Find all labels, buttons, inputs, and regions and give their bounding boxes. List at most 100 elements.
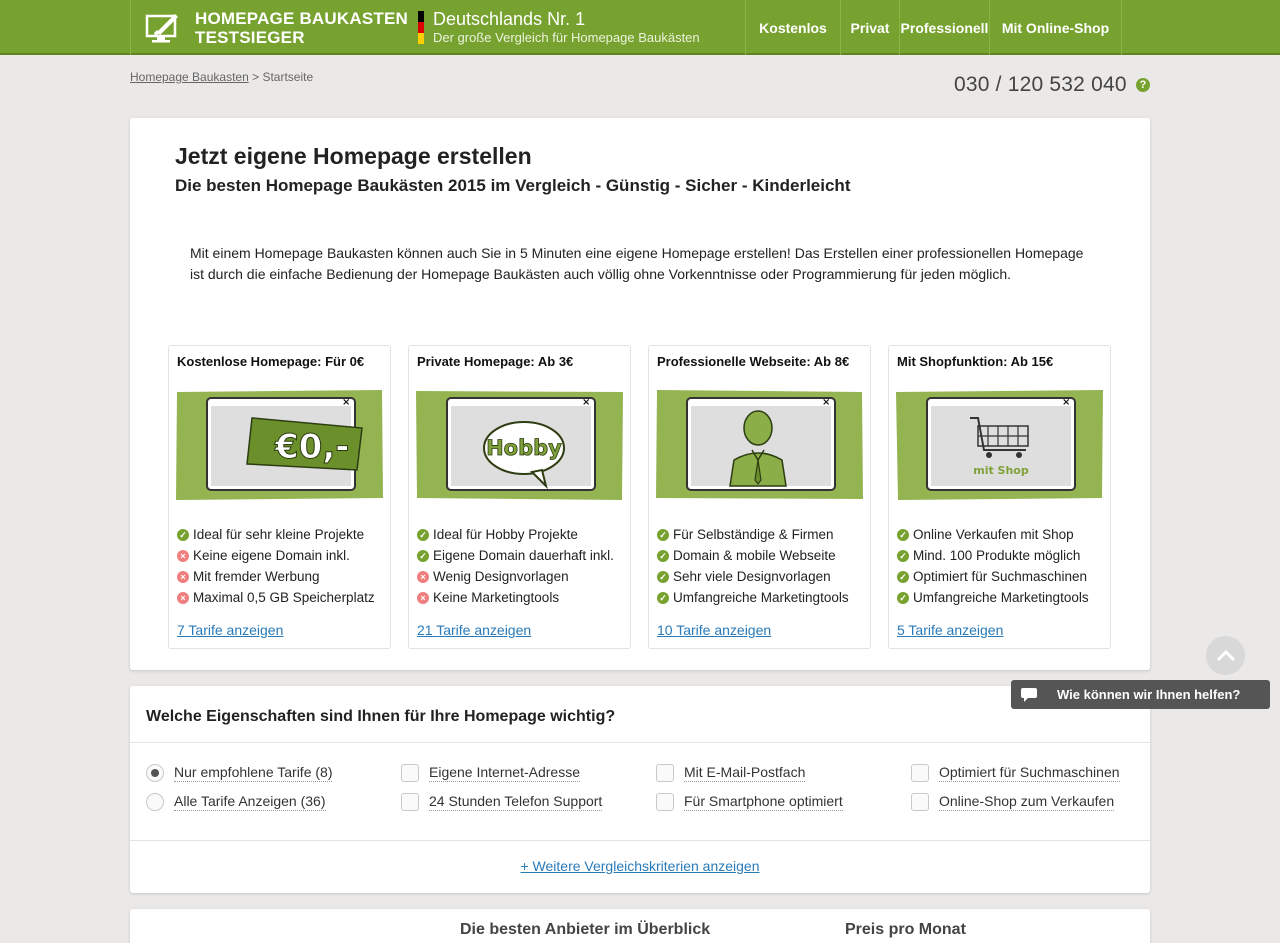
shopping-cart-image: × mit Shop [896, 390, 1103, 500]
main-nav: Kostenlos Privat Professionell Mit Onlin… [746, 0, 1122, 55]
cross-icon: × [177, 570, 189, 583]
feature-item: ✓ Ideal für Hobby Projekte [417, 524, 614, 545]
checkbox-phone-support[interactable]: 24 Stunden Telefon Support [401, 793, 603, 811]
properties-title: Welche Eigenschaften sind Ihnen für Ihre… [146, 708, 616, 725]
properties-header: Welche Eigenschaften sind Ihnen für Ihre… [130, 686, 1150, 743]
product-card-free: Kostenlose Homepage: Für 0€ × €0,- ✓ Idea… [168, 345, 391, 649]
radio-all[interactable]: Alle Tarife Anzeigen (36) [146, 793, 326, 811]
radio-recommended[interactable]: Nur empfohlene Tarife (8) [146, 764, 333, 782]
help-icon[interactable]: ? [1136, 78, 1150, 92]
site-logo[interactable]: HOMEPAGE BAUKASTEN TESTSIEGER [130, 0, 408, 55]
businessman-image: × [656, 390, 863, 499]
breadcrumb: Homepage Baukasten > Startseite [130, 70, 313, 84]
product-title: Kostenlose Homepage: Für 0€ [177, 354, 365, 369]
free-price-label: €0,- [274, 427, 349, 467]
nav-professionell[interactable]: Professionell [900, 0, 990, 55]
breadcrumb-current: Startseite [262, 70, 314, 84]
more-criteria-link[interactable]: + Weitere Vergleichskriterien anzeigen [130, 858, 1150, 874]
shop-label: mit Shop [973, 464, 1029, 477]
feature-list: ✓ Online Verkaufen mit Shop ✓ Mind. 100 Pr… [897, 524, 1089, 608]
tariffs-link-professional[interactable]: 10 Tarife anzeigen [657, 622, 771, 638]
check-icon: ✓ [417, 549, 429, 562]
tagline-title: Deutschlands Nr. 1 [433, 8, 586, 29]
check-icon: ✓ [177, 528, 189, 541]
tariffs-link-shop[interactable]: 5 Tarife anzeigen [897, 622, 1003, 638]
check-icon: ✓ [657, 528, 669, 541]
hobby-image: × Hobby [416, 391, 623, 500]
nav-kostenlos[interactable]: Kostenlos [746, 0, 841, 55]
feature-item: × Maximal 0,5 GB Speicherplatz [177, 587, 375, 608]
product-title: Professionelle Webseite: Ab 8€ [657, 354, 850, 369]
feature-item: ✓ Optimiert für Suchmaschinen [897, 566, 1089, 587]
product-card-professional: Professionelle Webseite: Ab 8€ × ✓ Für Se… [648, 345, 871, 649]
checkbox-internet-address[interactable]: Eigene Internet-Adresse [401, 764, 580, 782]
radio-button[interactable] [146, 764, 164, 782]
tariffs-link-private[interactable]: 21 Tarife anzeigen [417, 622, 531, 638]
checkbox[interactable] [401, 793, 419, 811]
breadcrumb-separator: > [252, 70, 260, 84]
svg-text:×: × [1062, 397, 1070, 408]
tagline-subtitle: Der große Vergleich für Homepage Baukäst… [433, 29, 700, 45]
product-card-private: Private Homepage: Ab 3€ × Hobby ✓ Ideal f… [408, 345, 631, 649]
feature-item: ✓ Umfangreiche Marketingtools [897, 587, 1089, 608]
feature-item: × Mit fremder Werbung [177, 566, 375, 587]
checkbox-online-shop[interactable]: Online-Shop zum Verkaufen [911, 793, 1115, 811]
cross-icon: × [177, 549, 189, 562]
chat-bubble-icon [1011, 680, 1046, 709]
checkbox-smartphone[interactable]: Für Smartphone optimiert [656, 793, 843, 811]
nav-privat[interactable]: Privat [841, 0, 900, 55]
chevron-up-icon [1216, 649, 1235, 661]
feature-item: ✓ Eigene Domain dauerhaft inkl. [417, 545, 614, 566]
feature-item: × Wenig Designvorlagen [417, 566, 614, 587]
svg-text:×: × [822, 397, 830, 408]
top-header: HOMEPAGE BAUKASTEN TESTSIEGER Deutschlan… [0, 0, 1280, 55]
check-icon: ✓ [657, 549, 669, 562]
feature-list: ✓ Ideal für sehr kleine Projekte × Keine e… [177, 524, 375, 608]
check-icon: ✓ [657, 591, 669, 604]
checkbox[interactable] [656, 764, 674, 782]
providers-table-header: Die besten Anbieter im Überblick Preis p… [130, 909, 1150, 943]
checkbox[interactable] [911, 764, 929, 782]
page-subtitle: Die besten Homepage Baukästen 2015 im Ve… [175, 176, 851, 195]
product-title: Private Homepage: Ab 3€ [417, 354, 574, 369]
tariffs-link-free[interactable]: 7 Tarife anzeigen [177, 622, 283, 638]
check-icon: ✓ [897, 570, 909, 583]
nav-online-shop[interactable]: Mit Online-Shop [990, 0, 1122, 55]
check-icon: ✓ [897, 528, 909, 541]
feature-list: ✓ Ideal für Hobby Projekte ✓ Eigene Domain… [417, 524, 614, 608]
feature-item: ✓ Online Verkaufen mit Shop [897, 524, 1089, 545]
feature-item: ✓ Sehr viele Designvorlagen [657, 566, 849, 587]
feature-item: ✓ Umfangreiche Marketingtools [657, 587, 849, 608]
feature-item: × Keine Marketingtools [417, 587, 614, 608]
chat-label: Wie können wir Ihnen helfen? [1057, 687, 1241, 702]
properties-card: Welche Eigenschaften sind Ihnen für Ihre… [130, 686, 1150, 893]
cross-icon: × [417, 570, 429, 583]
breadcrumb-home-link[interactable]: Homepage Baukasten [130, 70, 249, 84]
product-title: Mit Shopfunktion: Ab 15€ [897, 354, 1054, 369]
cross-icon: × [177, 591, 189, 604]
column-header-providers: Die besten Anbieter im Überblick [460, 921, 711, 938]
feature-list: ✓ Für Selbständige & Firmen ✓ Domain & mob… [657, 524, 849, 608]
svg-text:×: × [582, 397, 590, 408]
feature-item: ✓ Ideal für sehr kleine Projekte [177, 524, 375, 545]
feature-item: ✓ Mind. 100 Produkte möglich [897, 545, 1089, 566]
checkbox-email[interactable]: Mit E-Mail-Postfach [656, 764, 806, 782]
hero-card: Jetzt eigene Homepage erstellen Die best… [130, 118, 1150, 670]
cross-icon: × [417, 591, 429, 604]
radio-button[interactable] [146, 793, 164, 811]
checkbox[interactable] [656, 793, 674, 811]
checkbox[interactable] [401, 764, 419, 782]
properties-footer: + Weitere Vergleichskriterien anzeigen [130, 840, 1150, 893]
product-card-shop: Mit Shopfunktion: Ab 15€ × mit Shop ✓ Onl… [888, 345, 1111, 649]
checkbox-seo[interactable]: Optimiert für Suchmaschinen [911, 764, 1120, 782]
monitor-brush-icon [145, 13, 178, 42]
feature-item: ✓ Für Selbständige & Firmen [657, 524, 849, 545]
checkbox[interactable] [911, 793, 929, 811]
logo-line2: TESTSIEGER [195, 27, 305, 47]
tagline: Deutschlands Nr. 1 Der große Vergleich f… [408, 0, 746, 55]
svg-text:×: × [342, 397, 350, 408]
scroll-to-top-button[interactable] [1206, 636, 1245, 675]
chat-widget[interactable]: Wie können wir Ihnen helfen? [1011, 680, 1270, 709]
check-icon: ✓ [897, 549, 909, 562]
hobby-label: Hobby [486, 436, 562, 460]
